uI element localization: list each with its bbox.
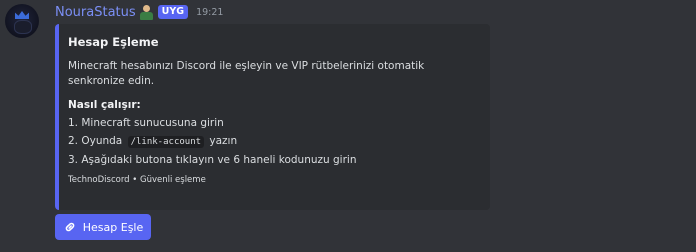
- step-item: 1. Minecraft sunucusuna girin: [68, 117, 224, 129]
- embed-card: Hesap Eşleme Minecraft hesabınızı Discor…: [55, 24, 490, 210]
- embed-subtitle: Nasıl çalışır:: [68, 99, 141, 111]
- inline-code: /link-account: [127, 136, 205, 148]
- step-item: 2. Oyunda /link-account yazın: [68, 132, 478, 151]
- avatar-face: [14, 20, 32, 34]
- chat-message: NouraStatus UYG 19:21 Hesap Eşleme Minec…: [0, 0, 696, 252]
- app-tag-badge: UYG: [157, 5, 189, 19]
- crown-icon: [15, 11, 29, 19]
- step-text: yazın: [209, 135, 238, 147]
- username[interactable]: NouraStatus: [55, 5, 136, 20]
- timestamp[interactable]: 19:21: [196, 7, 223, 18]
- person-emoji-icon: [139, 4, 154, 20]
- embed-title: Hesap Eşleme: [68, 35, 159, 49]
- embed-description: Minecraft hesabınızı Discord ile eşleyin…: [68, 60, 425, 87]
- link-icon: [65, 222, 75, 232]
- button-label: Hesap Eşle: [82, 220, 144, 234]
- step-item: 3. Aşağıdaki butona tıklayın ve 6 haneli…: [68, 154, 357, 166]
- embed-footer: TechnoDiscord • Güvenli eşleme: [68, 175, 206, 185]
- step-text: 2. Oyunda: [68, 135, 123, 147]
- message-header: NouraStatus UYG 19:21: [55, 3, 223, 21]
- link-account-button[interactable]: Hesap Eşle: [55, 214, 151, 240]
- avatar[interactable]: [5, 4, 39, 38]
